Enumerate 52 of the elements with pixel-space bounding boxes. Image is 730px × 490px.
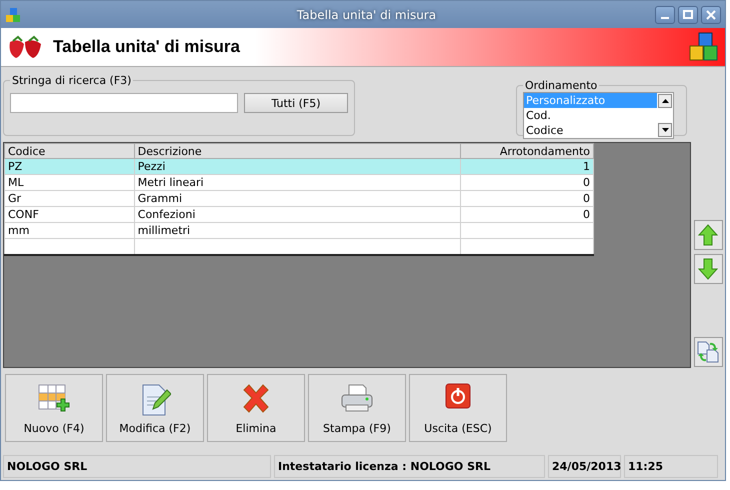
status-pane: Intestatario licenza : NOLOGO SRL [274, 455, 545, 478]
banner-title: Tabella unita' di misura [53, 37, 241, 57]
column-header[interactable]: Descrizione [134, 144, 461, 158]
table-cell: 0 [460, 206, 594, 222]
toolbar-button[interactable]: Stampa (F9) [308, 374, 406, 442]
table-cell: mm [4, 222, 134, 238]
table-cell: 0 [460, 190, 594, 206]
up-button[interactable] [694, 220, 722, 250]
window-title: Tabella unita' di misura [296, 8, 438, 22]
table-cell: Grammi [134, 190, 461, 206]
down-triangle-icon [662, 128, 668, 132]
scroll-down-button[interactable] [658, 123, 672, 137]
table-cell: Gr [4, 190, 134, 206]
down-arrow-icon [698, 258, 718, 280]
show-all-button[interactable]: Tutti (F5) [244, 93, 348, 113]
minimize-icon [661, 16, 669, 18]
ordering-label: Ordinamento [524, 79, 598, 92]
cubes-icon [5, 6, 21, 22]
toolbar-button[interactable]: Uscita (ESC) [409, 374, 507, 442]
printer-icon [340, 383, 374, 413]
status-pane: 24/05/2013 [548, 455, 621, 478]
status-pane: 11:25 [624, 455, 718, 478]
scroll-up-button[interactable] [658, 94, 672, 108]
toolbar-button[interactable]: Modifica (F2) [106, 374, 204, 442]
swap-button[interactable] [694, 337, 722, 367]
status-pane: NOLOGO SRL [3, 455, 271, 478]
close-button[interactable] [701, 6, 721, 24]
table-cell: CONF [4, 206, 134, 222]
table-cell: Confezioni [134, 206, 461, 222]
column-header[interactable]: Arrotondamento [460, 144, 594, 158]
down-button[interactable] [694, 254, 722, 284]
maximize-button[interactable] [678, 6, 698, 24]
toolbar-button[interactable]: Elimina [207, 374, 305, 442]
table-cell: 1 [460, 158, 594, 174]
column-header[interactable]: Codice [4, 144, 134, 158]
up-triangle-icon [662, 99, 668, 103]
table-cell: millimetri [134, 222, 461, 238]
table-cell: ML [4, 174, 134, 190]
maximize-icon [683, 10, 693, 20]
cubes-icon [689, 32, 719, 62]
toolbar-button[interactable]: Nuovo (F4) [5, 374, 103, 442]
table-cell: Pezzi [134, 158, 461, 174]
minimize-button[interactable] [655, 6, 675, 24]
table-cell: PZ [4, 158, 134, 174]
power-icon [445, 383, 471, 409]
search-label: Stringa di ricerca (F3) [11, 74, 132, 87]
table-cell: Metri lineari [134, 174, 461, 190]
close-icon [706, 10, 716, 20]
table-cell: 0 [460, 174, 594, 190]
up-arrow-icon [698, 224, 718, 246]
search-field[interactable] [10, 93, 238, 113]
swap-documents-icon [696, 340, 720, 364]
